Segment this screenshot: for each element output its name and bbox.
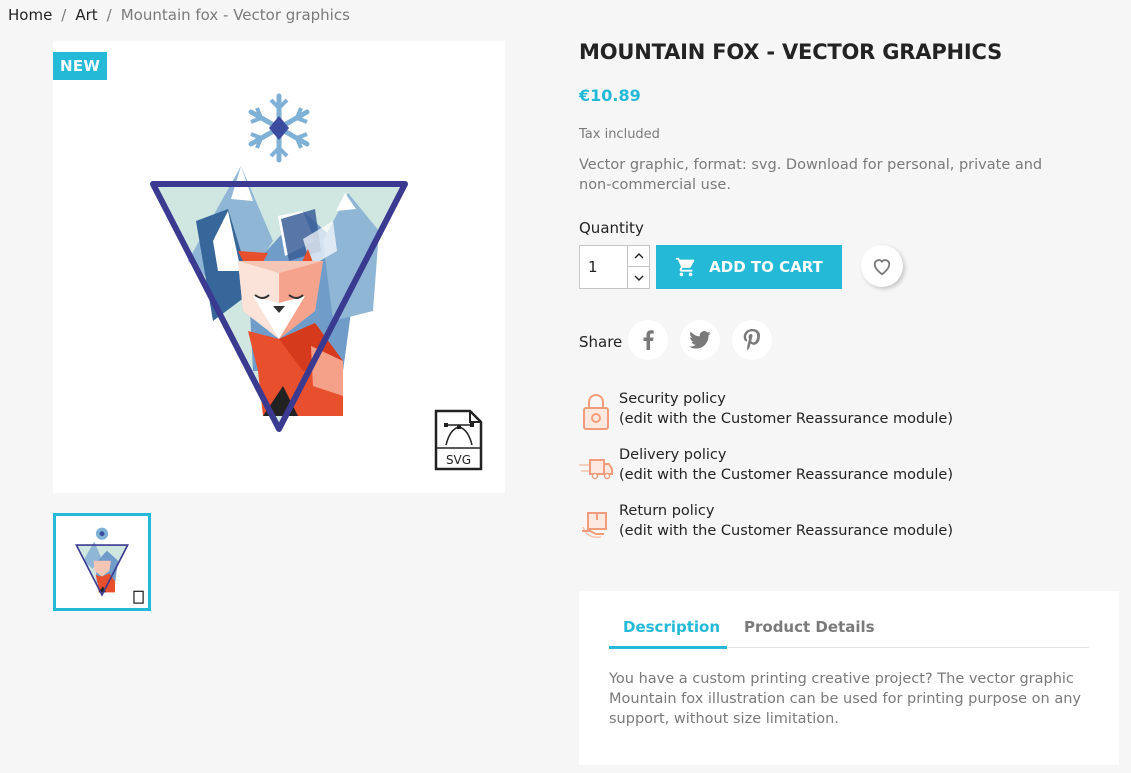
active-tab-indicator (609, 646, 727, 649)
tab-description[interactable]: Description (623, 618, 720, 636)
quantity-increase-button[interactable] (627, 246, 650, 267)
mountain-fox-illustration: SVG (150, 93, 483, 471)
product-price: €10.89 (579, 86, 641, 105)
lock-icon (583, 394, 609, 430)
tax-label: Tax included (579, 127, 660, 142)
add-to-cart-button[interactable]: ADD TO CART (656, 245, 842, 289)
reassurance-security: Security policy (edit with the Customer … (579, 391, 999, 433)
product-thumbnail[interactable] (53, 513, 151, 611)
product-title: MOUNTAIN FOX - VECTOR GRAPHICS (579, 40, 1003, 64)
reassurance-subtitle: (edit with the Customer Reassurance modu… (619, 523, 953, 539)
add-to-cart-label: ADD TO CART (709, 258, 823, 276)
description-text: You have a custom printing creative proj… (609, 671, 1081, 727)
quantity-stepper (579, 245, 650, 289)
shopping-cart-icon (676, 257, 695, 277)
breadcrumb-art-link[interactable]: Art (75, 6, 97, 24)
tab-product-details[interactable]: Product Details (744, 618, 875, 636)
facebook-icon (643, 330, 654, 350)
heart-icon (873, 259, 891, 276)
svg-file-label: SVG (446, 453, 471, 467)
pinterest-icon (743, 329, 761, 351)
quantity-decrease-button[interactable] (627, 267, 650, 288)
reassurance-subtitle: (edit with the Customer Reassurance modu… (619, 467, 953, 483)
breadcrumb-separator: / (61, 6, 67, 24)
breadcrumb-separator: / (106, 6, 112, 24)
share-twitter-button[interactable] (680, 320, 720, 360)
product-tabs: Description Product Details You have a c… (579, 591, 1119, 765)
reassurance-return: Return policy (edit with the Customer Re… (579, 503, 999, 545)
reassurance-title: Security policy (619, 391, 726, 407)
chevron-up-icon (634, 253, 644, 259)
delivery-truck-icon (579, 459, 613, 480)
svg-file-icon: SVG (434, 409, 483, 471)
breadcrumb-home-link[interactable]: Home (8, 6, 52, 24)
return-box-icon (582, 512, 607, 539)
reassurance-subtitle: (edit with the Customer Reassurance modu… (619, 411, 953, 427)
thumbnail-illustration (75, 527, 144, 604)
breadcrumb-current: Mountain fox - Vector graphics (120, 6, 350, 24)
reassurance-delivery: Delivery policy (edit with the Customer … (579, 447, 999, 489)
add-to-wishlist-button[interactable] (861, 245, 903, 287)
breadcrumb: Home / Art / Mountain fox - Vector graph… (8, 6, 350, 24)
new-badge: NEW (53, 52, 108, 80)
share-label: Share (579, 333, 623, 351)
share-pinterest-button[interactable] (732, 320, 772, 360)
product-main-image[interactable]: SVG NEW (53, 41, 505, 493)
quantity-label: Quantity (579, 219, 644, 237)
twitter-icon (689, 331, 711, 349)
reassurance-title: Return policy (619, 503, 715, 519)
quantity-input[interactable] (580, 246, 628, 288)
reassurance-title: Delivery policy (619, 447, 727, 463)
share-facebook-button[interactable] (628, 320, 668, 360)
product-short-description: Vector graphic, format: svg. Download fo… (579, 157, 1043, 193)
chevron-down-icon (634, 275, 644, 281)
snowflake-icon (248, 93, 310, 163)
